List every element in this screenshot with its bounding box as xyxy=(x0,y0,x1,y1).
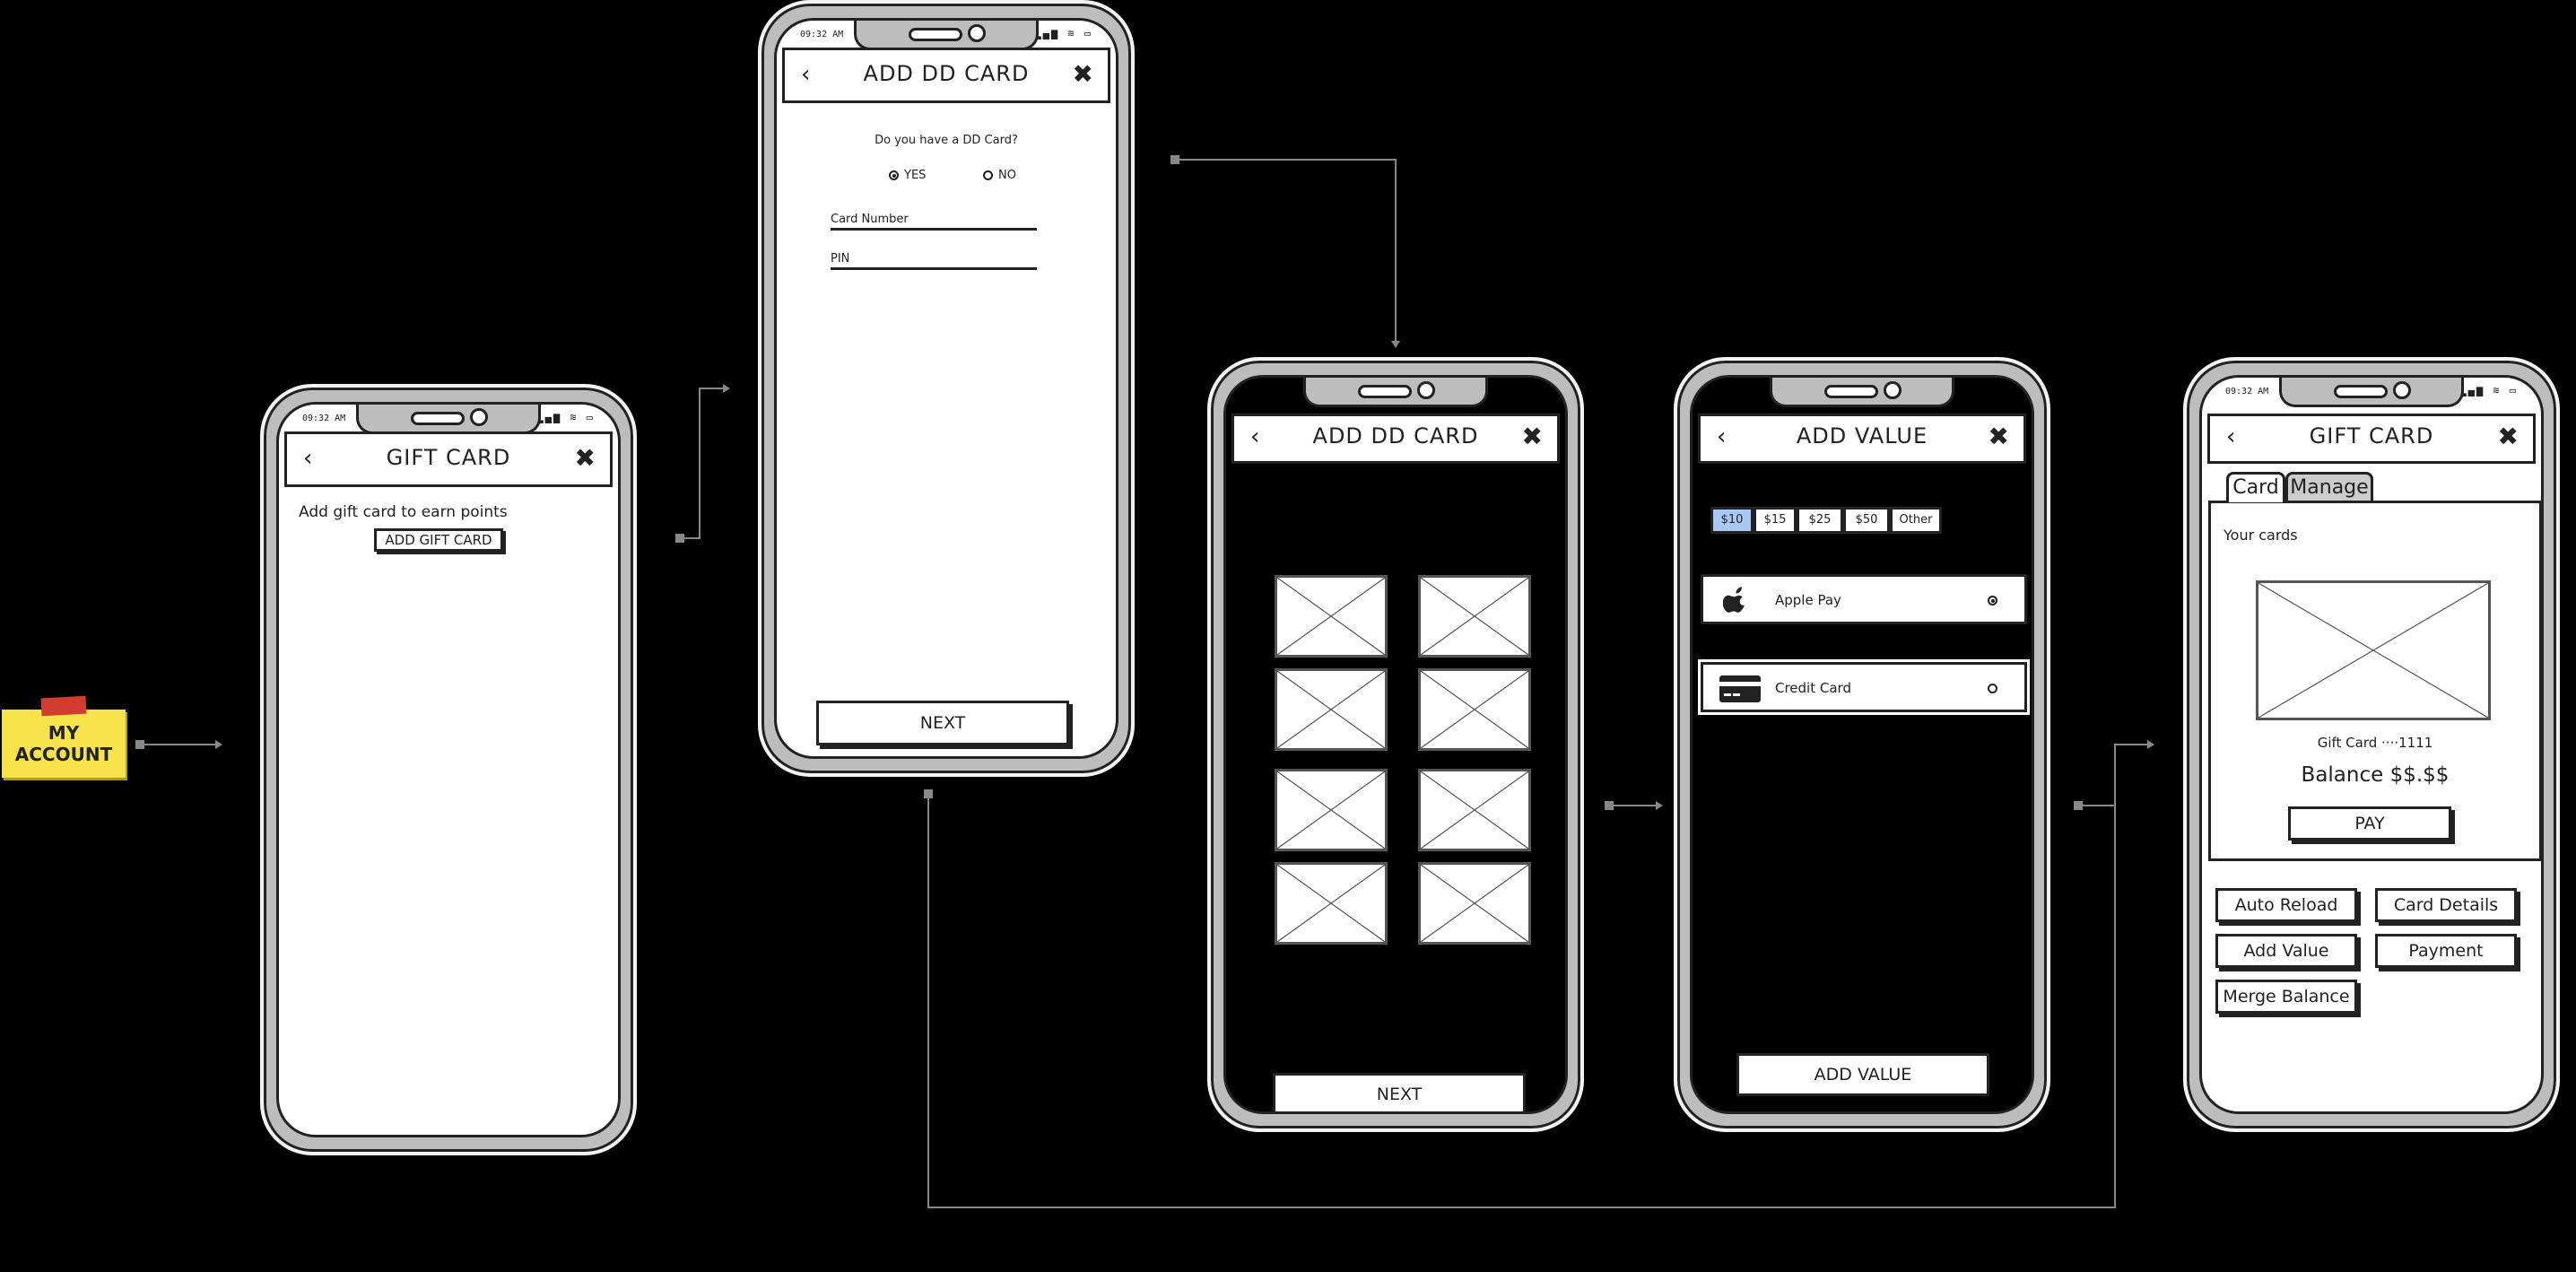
signal-wifi-battery-icon: ▂▄▆ ≋ ▭ xyxy=(1034,27,1092,39)
card-design-option[interactable] xyxy=(1275,668,1388,751)
phone-notch xyxy=(1770,378,1954,407)
your-cards-label: Your cards xyxy=(2224,527,2298,544)
connector-adddd-to-cards xyxy=(1175,159,1397,341)
apple-icon xyxy=(1722,586,1748,613)
payment-button[interactable]: Payment xyxy=(2375,934,2517,968)
nav-bar: ‹ ADD VALUE ✖ xyxy=(1698,414,2026,464)
card-design-option[interactable] xyxy=(1275,575,1388,658)
phone-gift-card-empty: 09:32 AM ▂▄▆ ≋ ▭ ‹ GIFT CARD ✖ Add gift … xyxy=(260,384,637,1155)
balance-text: Balance $$.$$ xyxy=(2301,763,2450,787)
tab-card[interactable]: Card xyxy=(2226,472,2285,502)
nav-bar: ‹ GIFT CARD ✖ xyxy=(2207,414,2536,464)
close-icon[interactable]: ✖ xyxy=(1989,422,2009,451)
phone-notch xyxy=(1303,378,1488,407)
close-icon[interactable]: ✖ xyxy=(575,443,596,473)
apple-pay-radio[interactable] xyxy=(1988,591,2003,608)
next-button[interactable]: NEXT xyxy=(816,701,1069,745)
close-icon[interactable]: ✖ xyxy=(1073,59,1093,89)
phone-notch xyxy=(854,21,1039,50)
radio-no[interactable]: NO xyxy=(983,169,1016,182)
phone-screen: ‹ ADD DD CARD ✖ NEXT xyxy=(1223,375,1568,1114)
pin-field[interactable]: PIN xyxy=(831,252,1037,270)
gift-card-number: Gift Card ····1111 xyxy=(2317,735,2433,751)
signal-wifi-battery-icon: ▂▄▆ ≋ ▭ xyxy=(2459,384,2518,396)
close-icon[interactable]: ✖ xyxy=(1522,422,1543,451)
amount-option-50[interactable]: $50 xyxy=(1843,507,1890,534)
amount-option-25[interactable]: $25 xyxy=(1797,507,1843,534)
phone-notch xyxy=(356,405,541,434)
nav-bar: ‹ ADD DD CARD ✖ xyxy=(782,48,1110,103)
tape-decoration xyxy=(40,695,87,717)
phone-add-value: ‹ ADD VALUE ✖ xyxy=(1674,357,2050,1132)
card-design-option[interactable] xyxy=(1418,668,1531,751)
add-value-button[interactable]: ADD VALUE xyxy=(1736,1053,1989,1096)
credit-card-icon xyxy=(1719,675,1761,702)
phone-screen: 09:32 AM ▂▄▆ ≋ ▭ ‹ ADD DD CARD ✖ Do you … xyxy=(774,18,1118,759)
merge-balance-button[interactable]: Merge Balance xyxy=(2215,980,2357,1014)
auto-reload-button[interactable]: Auto Reload xyxy=(2215,888,2357,922)
card-panel: Your cards Gift Card ····1111 Balance $$… xyxy=(2208,501,2542,861)
card-details-button[interactable]: Card Details xyxy=(2375,888,2517,922)
card-design-option[interactable] xyxy=(1418,862,1531,945)
phone-screen: ‹ ADD VALUE ✖ xyxy=(1690,375,2034,1114)
signal-wifi-battery-icon: ▂▄▆ ≋ ▭ xyxy=(536,411,595,423)
page-title: ADD VALUE xyxy=(1796,423,1928,449)
apple-pay-label: Apple Pay xyxy=(1775,592,1841,608)
card-number-field[interactable]: Card Number xyxy=(831,213,1037,231)
credit-card-label: Credit Card xyxy=(1775,680,1851,696)
radio-yes-indicator[interactable] xyxy=(889,170,899,180)
phone-screen: 09:32 AM ▂▄▆ ≋ ▭ ‹ GIFT CARD ✖ Add gift … xyxy=(276,402,621,1137)
gift-card-image xyxy=(2256,580,2491,720)
next-button[interactable]: NEXT xyxy=(1273,1073,1526,1111)
tab-manage[interactable]: Manage xyxy=(2285,472,2373,502)
page-title: ADD DD CARD xyxy=(863,61,1030,86)
amount-option-15[interactable]: $15 xyxy=(1754,507,1797,534)
close-icon[interactable]: ✖ xyxy=(2498,422,2519,451)
radio-no-indicator[interactable] xyxy=(983,170,993,180)
nav-bar: ‹ ADD DD CARD ✖ xyxy=(1231,414,1560,464)
card-design-option[interactable] xyxy=(1418,769,1531,851)
radio-no-label: NO xyxy=(998,169,1016,182)
amount-option-other[interactable]: Other xyxy=(1890,507,1942,534)
phone-add-dd-card-designs: ‹ ADD DD CARD ✖ NEXT xyxy=(1207,357,1584,1132)
status-time: 09:32 AM xyxy=(800,30,844,39)
page-title: GIFT CARD xyxy=(386,445,511,470)
sticky-note-label: MY ACCOUNT xyxy=(14,722,113,765)
credit-card-radio[interactable] xyxy=(1988,679,2003,696)
dd-card-question: Do you have a DD Card? xyxy=(875,134,1018,147)
connector-giftcard-to-adddd xyxy=(680,388,723,539)
phone-notch xyxy=(2279,378,2464,407)
status-time: 09:32 AM xyxy=(2225,387,2269,396)
card-design-option[interactable] xyxy=(1275,862,1388,945)
credit-card-option[interactable]: Credit Card xyxy=(1701,662,2027,712)
pay-button[interactable]: PAY xyxy=(2288,806,2451,841)
page-title: ADD DD CARD xyxy=(1312,423,1479,449)
card-design-option[interactable] xyxy=(1275,769,1388,851)
add-value-button[interactable]: Add Value xyxy=(2215,934,2357,968)
amount-option-10[interactable]: $10 xyxy=(1710,507,1754,534)
add-gift-card-button[interactable]: ADD GIFT CARD xyxy=(374,528,503,552)
status-time: 09:32 AM xyxy=(302,414,346,423)
phone-add-dd-card-form: 09:32 AM ▂▄▆ ≋ ▭ ‹ ADD DD CARD ✖ Do you … xyxy=(758,0,1135,777)
my-account-sticky-note[interactable]: MY ACCOUNT xyxy=(2,695,126,778)
radio-yes-label: YES xyxy=(904,169,927,182)
card-design-option[interactable] xyxy=(1418,575,1531,658)
radio-yes[interactable]: YES xyxy=(889,169,926,182)
page-title: GIFT CARD xyxy=(2309,423,2434,449)
apple-pay-option[interactable]: Apple Pay xyxy=(1701,574,2027,624)
nav-bar: ‹ GIFT CARD ✖ xyxy=(284,431,613,487)
add-gift-card-hint: Add gift card to earn points xyxy=(299,503,508,521)
